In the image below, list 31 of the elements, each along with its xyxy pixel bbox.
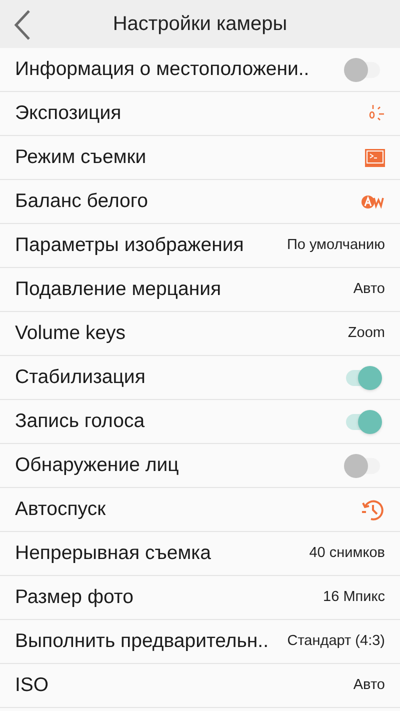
timer-icon <box>361 498 385 522</box>
setting-label: Баланс белого <box>15 188 148 214</box>
setting-value: Zoom <box>348 324 385 343</box>
awb-icon <box>361 194 385 208</box>
toggle-switch[interactable] <box>344 366 382 390</box>
setting-label: Подавление мерцания <box>15 276 222 302</box>
setting-label: Автоспуск <box>15 496 106 522</box>
setting-label: Информация о местоположени.. <box>15 56 310 82</box>
setting-label: Режим съемки <box>15 144 146 170</box>
toggle-switch[interactable] <box>344 454 382 478</box>
setting-label: Запись голоса <box>15 408 145 434</box>
setting-value: 40 снимков <box>309 544 385 563</box>
terminal-icon <box>365 148 385 166</box>
setting-value: По умолчанию <box>286 236 385 255</box>
toggle-switch[interactable] <box>344 58 382 82</box>
setting-label: ISO <box>15 672 49 698</box>
setting-value: Стандарт (4:3) <box>287 632 385 651</box>
setting-label: Параметры изображения <box>15 232 244 258</box>
setting-label: Размер фото <box>15 584 134 610</box>
setting-value: Авто <box>353 676 385 695</box>
setting-label: Стабилизация <box>15 364 146 390</box>
setting-label: Непрерывная съемка <box>15 540 211 566</box>
back-icon <box>13 10 31 40</box>
setting-value: 16 Мпикс <box>323 588 385 607</box>
setting-label: Volume keys <box>15 320 126 346</box>
setting-label: Выполнить предварительн.. <box>15 628 269 654</box>
setting-value: Авто <box>353 280 385 299</box>
setting-label: Обнаружение лиц <box>15 452 179 478</box>
toggle-switch[interactable] <box>344 410 382 434</box>
screen-title: Настройки камеры <box>112 12 288 37</box>
setting-label: Экспозиция <box>15 100 122 126</box>
